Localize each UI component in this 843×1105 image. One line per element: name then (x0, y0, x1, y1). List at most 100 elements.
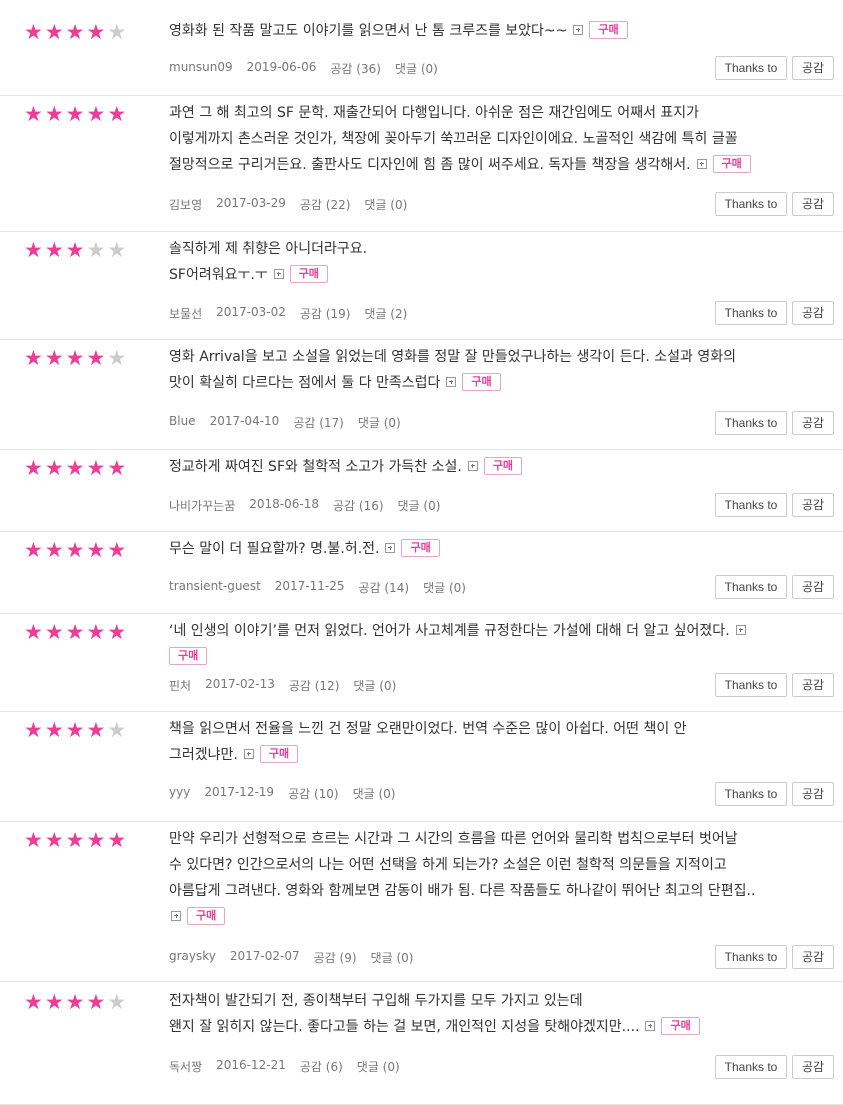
like-button[interactable]: 공감 (792, 1055, 834, 1079)
like-button[interactable]: 공감 (792, 945, 834, 969)
thanks-button[interactable]: Thanks to (715, 411, 787, 435)
star-icon: ★ (65, 990, 85, 1014)
review-text: 영화 Arrival을 보고 소설을 읽었는데 영화를 정말 잘 만들었구나하는… (169, 344, 829, 396)
comment-count[interactable]: 댓글 (0) (358, 414, 401, 431)
star-icon: ★ (86, 990, 106, 1014)
comment-count[interactable]: 댓글 (0) (353, 677, 396, 694)
review-text: 정교하게 짜여진 SF와 철학적 소고가 가득찬 소설. 구매 (169, 454, 829, 480)
expand-icon[interactable] (243, 748, 254, 759)
reviewer-name[interactable]: yyy (169, 785, 190, 802)
reviewer-name[interactable]: 보물선 (169, 305, 202, 322)
buy-badge[interactable]: 구매 (483, 456, 523, 475)
review-text: ‘네 인생의 이야기’를 먼저 읽었다. 언어가 사고체계를 규정한다는 가설에… (169, 618, 829, 670)
buy-badge[interactable]: 구매 (661, 1016, 700, 1035)
expand-icon[interactable] (696, 158, 707, 169)
review-text-segment: 왠지 잘 읽히지 않는다. 좋다고들 하는 걸 보면, 개인적인 지성을 탓해야… (169, 1019, 640, 1035)
buy-badge[interactable]: 구매 (589, 20, 628, 39)
comment-count[interactable]: 댓글 (0) (371, 949, 414, 966)
expand-icon[interactable] (467, 460, 478, 471)
review-text-line: 무슨 말이 더 필요할까? 명.불.허.전. 구매 (169, 536, 829, 562)
like-count: 공감 (16) (333, 499, 384, 513)
reviewer-name[interactable]: munsun09 (169, 60, 233, 77)
thanks-button[interactable]: Thanks to (715, 673, 787, 697)
like-button[interactable]: 공감 (792, 673, 834, 697)
thanks-button[interactable]: Thanks to (715, 56, 787, 80)
thanks-button[interactable]: Thanks to (715, 192, 787, 216)
review-actions: Thanks to 공감 (715, 945, 834, 969)
review-date: 2017-11-25 (274, 579, 345, 593)
review-text: 솔직하게 제 취향은 아니더라구요. SF어려워요ㅜ.ㅜ 구매 (169, 236, 829, 288)
like-button[interactable]: 공감 (792, 301, 834, 325)
comment-count[interactable]: 댓글 (2) (364, 305, 407, 322)
like-button[interactable]: 공감 (792, 411, 834, 435)
star-icon: ★ (24, 538, 43, 562)
review-text-line: SF어려워요ㅜ.ㅜ 구매 (169, 262, 829, 288)
expand-icon[interactable] (645, 1020, 656, 1031)
like-button[interactable]: 공감 (792, 782, 834, 806)
expand-icon[interactable] (385, 542, 396, 553)
like-button[interactable]: 공감 (792, 192, 834, 216)
review-meta: munsun09 2019-06-06 공감 (36) 댓글 (0) (169, 60, 452, 77)
reviewer-name[interactable]: Blue (169, 414, 196, 431)
buy-badge[interactable]: 구매 (289, 264, 328, 283)
review-actions: Thanks to 공감 (715, 782, 834, 806)
star-icon: ★ (107, 238, 127, 262)
buy-badge[interactable]: 구매 (187, 906, 226, 925)
buy-badge[interactable]: 구매 (712, 154, 751, 173)
thanks-button[interactable]: Thanks to (715, 301, 787, 325)
star-icon: ★ (24, 238, 43, 262)
star-icon: ★ (65, 102, 85, 126)
review-text-line: 구매 (169, 904, 829, 930)
buy-badge[interactable]: 구매 (401, 538, 440, 557)
review-text-segment: 맛이 확실히 다르다는 점에서 둘 다 만족스럽다 (169, 375, 441, 391)
star-icon: ★ (107, 20, 127, 44)
comment-count[interactable]: 댓글 (0) (364, 196, 407, 213)
expand-icon[interactable] (446, 376, 457, 387)
expand-icon[interactable] (735, 624, 746, 635)
buy-badge[interactable]: 구매 (462, 372, 501, 391)
star-icon: ★ (44, 238, 64, 262)
comment-count[interactable]: 댓글 (0) (423, 579, 466, 596)
review-item: ★ ★ ★ ★ ★ ‘네 인생의 이야기’를 먼저 읽었다. 언어가 사고체계를 규정한다… (0, 614, 843, 712)
thanks-button[interactable]: Thanks to (715, 575, 787, 599)
star-icon: ★ (86, 718, 106, 742)
comment-count[interactable]: 댓글 (0) (357, 1058, 400, 1075)
comment-count[interactable]: 댓글 (0) (398, 497, 441, 514)
star-icon: ★ (107, 718, 127, 742)
expand-icon[interactable] (171, 910, 181, 921)
comment-count[interactable]: 댓글 (0) (395, 60, 438, 77)
reviewer-name[interactable]: 김보영 (169, 196, 202, 213)
review-text-line: 영화화 된 작품 말고도 이야기를 읽으면서 난 톰 크루즈를 보았다~~ 구매 (169, 18, 829, 44)
reviewer-name[interactable]: 핀처 (169, 677, 191, 694)
reviewer-name[interactable]: 나비가꾸는꿈 (169, 497, 235, 514)
star-icon: ★ (44, 538, 64, 562)
thanks-button[interactable]: Thanks to (715, 945, 787, 969)
reviewer-name[interactable]: 독서짱 (169, 1058, 202, 1075)
review-date: 2017-12-19 (204, 785, 275, 799)
expand-icon[interactable] (273, 268, 284, 279)
star-icon: ★ (24, 828, 43, 852)
reviewer-name[interactable]: graysky (169, 949, 216, 966)
thanks-button[interactable]: Thanks to (715, 1055, 787, 1079)
review-actions: Thanks to 공감 (715, 493, 834, 517)
star-icon: ★ (24, 990, 43, 1014)
like-button[interactable]: 공감 (792, 575, 834, 599)
comment-count[interactable]: 댓글 (0) (353, 785, 396, 802)
reviewer-name[interactable]: transient-guest (169, 579, 261, 596)
review-text-line: 아름답게 그려낸다. 영화와 함께보면 감동이 배가 됨. 다른 작품들도 하나… (169, 883, 756, 899)
thanks-button[interactable]: Thanks to (715, 782, 787, 806)
thanks-button[interactable]: Thanks to (715, 493, 787, 517)
buy-badge[interactable]: 구매 (259, 744, 299, 763)
star-icon: ★ (65, 20, 85, 44)
like-button[interactable]: 공감 (792, 493, 834, 517)
buy-badge[interactable]: 구매 (169, 646, 208, 665)
like-button[interactable]: 공감 (792, 56, 834, 80)
star-icon: ★ (107, 538, 127, 562)
star-icon: ★ (86, 102, 106, 126)
expand-icon[interactable] (573, 24, 584, 35)
star-icon: ★ (65, 346, 85, 370)
review-item: ★ ★ ★ ★ ★ 영화 Arrival을 보고 소설을 읽었는데 영화를 정말 잘 만들… (0, 340, 843, 450)
star-icon: ★ (65, 620, 85, 644)
star-icon: ★ (44, 718, 64, 742)
review-meta: 김보영 2017-03-29 공감 (22) 댓글 (0) (169, 196, 421, 213)
